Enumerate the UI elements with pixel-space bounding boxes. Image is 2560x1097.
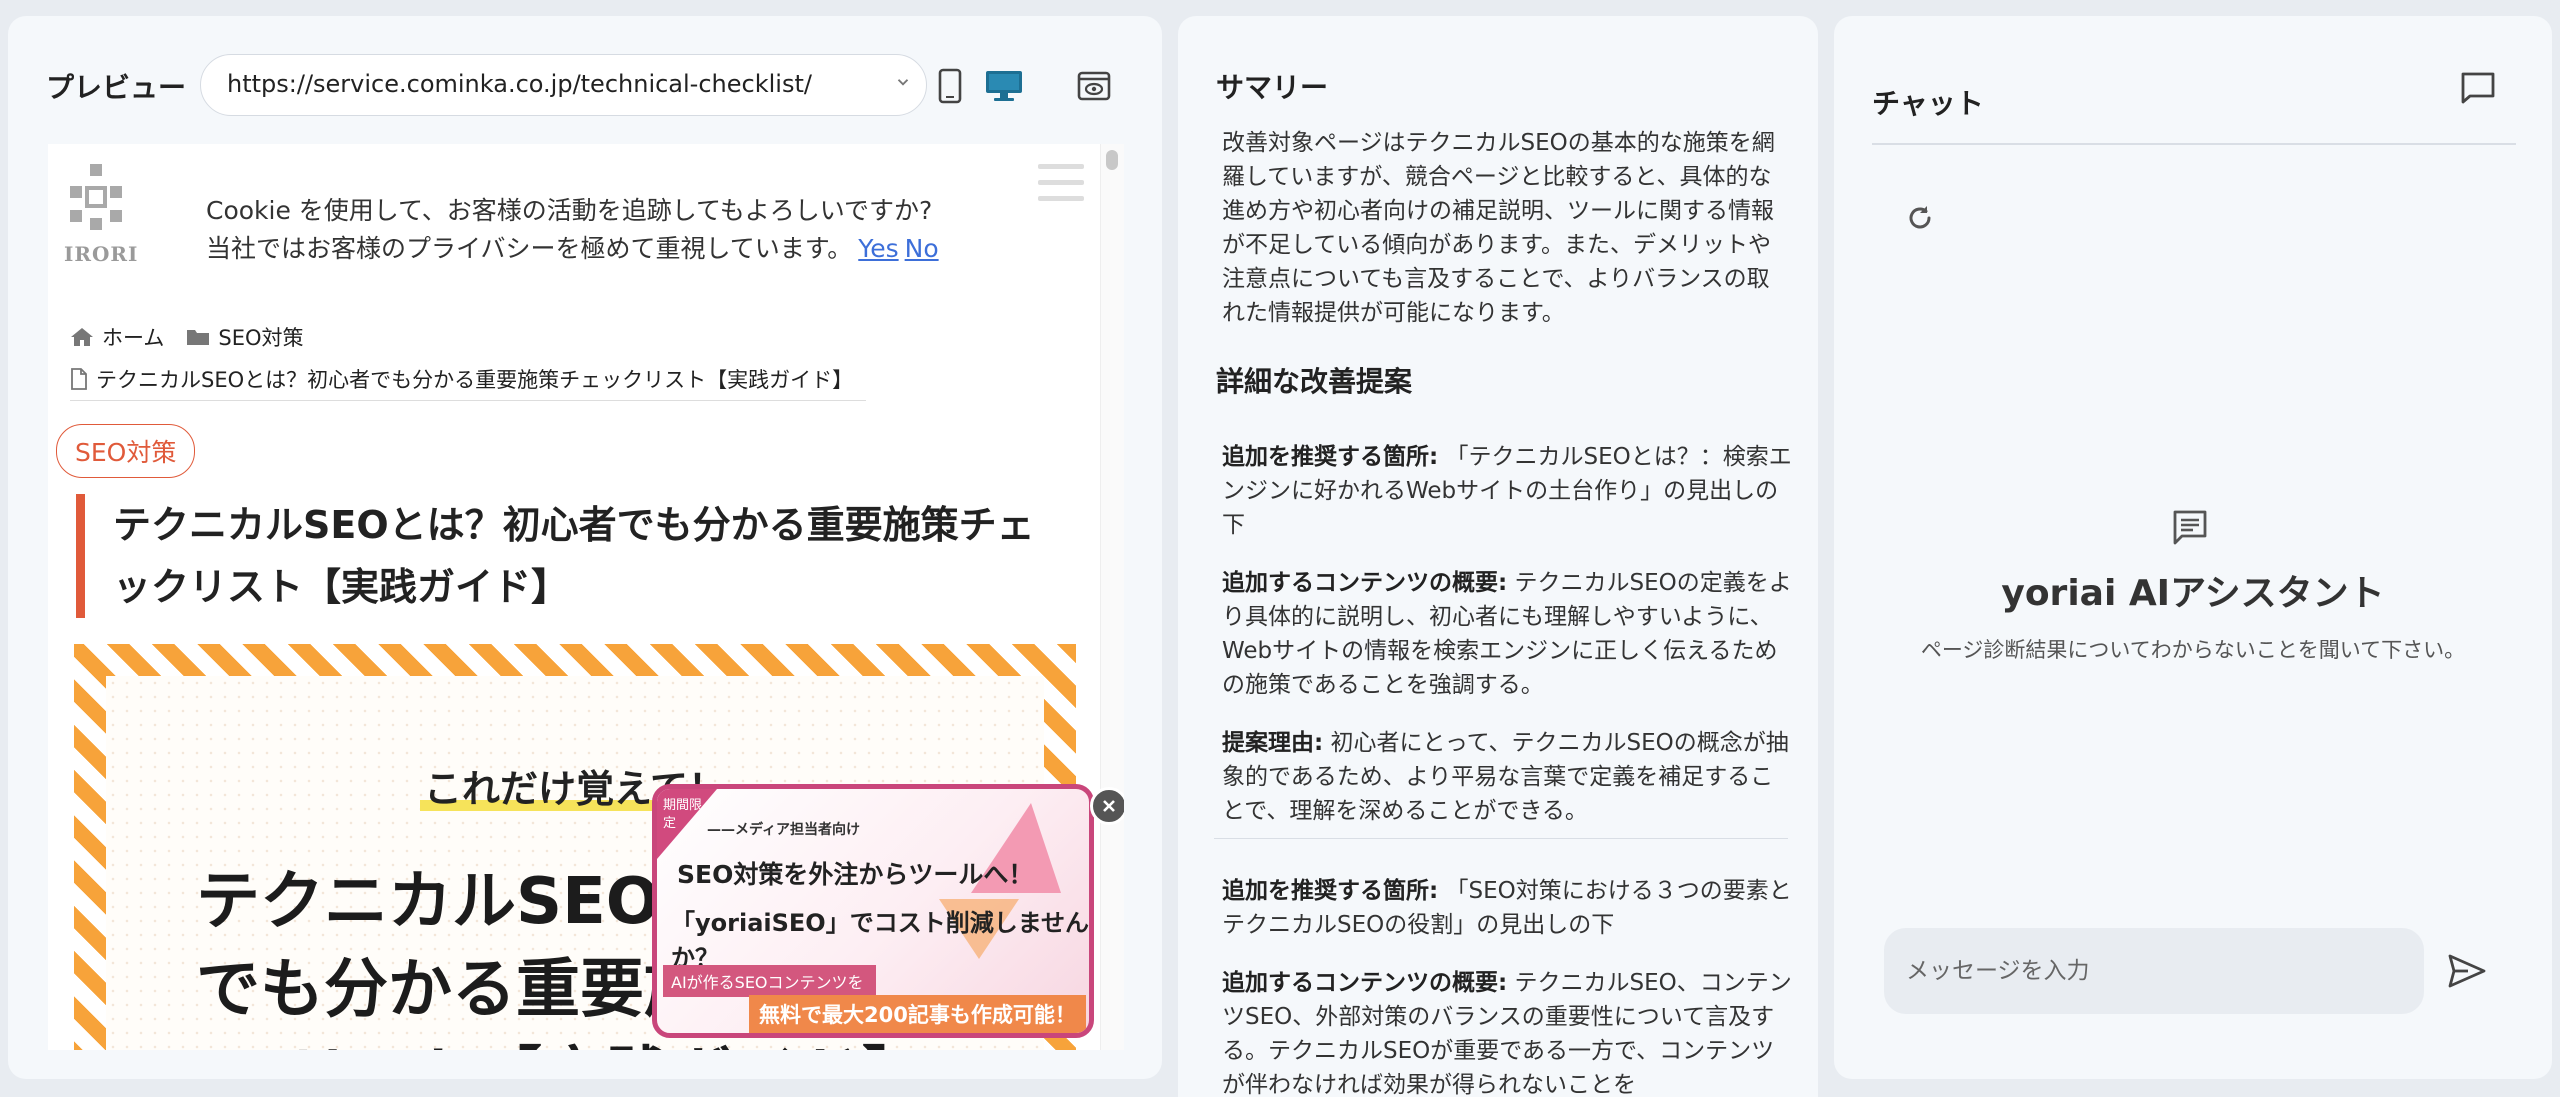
divider — [1214, 838, 1788, 839]
suggestion-1-content: 追加するコンテンツの概要: テクニカルSEOの定義をより具体的に説明し、初心者に… — [1222, 570, 1792, 698]
suggestion-2-location: 追加を推奨する箇所: 「SEO対策における３つの要素とテクニカルSEOの役割」の… — [1222, 878, 1792, 938]
chat-bubble-icon — [2461, 72, 2495, 104]
suggestion-1-reason: 提案理由: 初心者にとって、テクニカルSEOの概念が抽象的であるため、より平易な… — [1222, 730, 1789, 824]
popup-headline: SEO対策を外注からツールへ！ — [677, 860, 1034, 889]
breadcrumb-category[interactable]: SEO対策 — [186, 322, 304, 352]
preview-eye-button[interactable] — [1074, 66, 1114, 106]
summary-body: 改善対象ページはテクニカルSEOの基本的な施策を網羅していますが、競合ページと比… — [1222, 130, 1775, 326]
message-input[interactable] — [1884, 928, 2424, 1014]
chat-toggle-button[interactable] — [2456, 66, 2500, 110]
cookie-yes-link[interactable]: Yes — [858, 234, 898, 263]
breadcrumb-category-label: SEO対策 — [218, 326, 304, 350]
refresh-icon — [1909, 206, 1931, 229]
folder-icon — [187, 330, 210, 345]
summary-title: サマリー — [1216, 71, 1329, 104]
popup-subheadline: 「yoriaiSEO」でコスト削減しませんか？ — [671, 909, 1089, 972]
send-icon — [2448, 954, 2486, 988]
article-title: テクニカルSEOとは？初心者でも分かる重要施策チェックリスト【実践ガイド】 — [76, 494, 1056, 618]
preview-panel: プレビュー https://service.cominka.co.jp/tech… — [8, 16, 1162, 1079]
refresh-button[interactable] — [1898, 196, 1942, 240]
chevron-down-icon — [897, 79, 909, 86]
preview-scrollbar[interactable] — [1100, 144, 1124, 1050]
suggestion-2-content: 追加するコンテンツの概要: テクニカルSEO、コンテンツSEO、外部対策のバラン… — [1222, 970, 1792, 1097]
send-button[interactable] — [2444, 948, 2490, 994]
desktop-icon — [986, 71, 1022, 101]
detail-heading: 詳細な改善提案 — [1216, 365, 1413, 398]
popup-top-text: ——メディア担当者向け — [707, 822, 861, 838]
breadcrumb: ホーム SEO対策 — [70, 322, 326, 352]
site-logo-text: IRORI — [64, 242, 139, 266]
breadcrumb-home[interactable]: ホーム — [70, 322, 164, 352]
breadcrumb-page-label: テクニカルSEOとは？初心者でも分かる重要施策チェックリスト【実践ガイド】 — [96, 368, 854, 392]
cookie-text-2: 当社ではお客様のプライバシーを極めて重視しています。 — [206, 234, 853, 263]
suggestion-1-location: 追加を推奨する箇所: 「テクニカルSEOとは？：検索エンジンに好かれるWebサイ… — [1222, 444, 1792, 538]
chat-divider — [1872, 143, 2516, 145]
assistant-description: ページ診断結果についてわからないことを聞いて下さい。 — [1920, 638, 2466, 662]
home-icon — [71, 328, 93, 346]
mobile-view-button[interactable] — [930, 66, 970, 106]
desktop-view-button[interactable] — [984, 66, 1024, 106]
breadcrumb-current-page: テクニカルSEOとは？初心者でも分かる重要施策チェックリスト【実践ガイド】 — [70, 364, 866, 401]
eye-icon — [1077, 71, 1111, 101]
popup-close-button[interactable] — [1090, 787, 1124, 825]
cookie-banner: Cookie を使用して、お客様の活動を追跡してもよろしいですか? 当社ではお客… — [206, 192, 939, 268]
scroll-thumb[interactable] — [1106, 150, 1118, 170]
chat-panel: チャット yoriai AIアシスタント ページ診断結果についてわからないことを… — [1834, 16, 2552, 1079]
preview-title: プレビュー — [46, 71, 187, 104]
assistant-name: yoriai AIアシスタント — [2001, 573, 2385, 614]
promo-popup[interactable]: 期間限定 ——メディア担当者向け SEO対策を外注からツールへ！ 「yoriai… — [652, 784, 1094, 1038]
url-value: https://service.cominka.co.jp/technical-… — [227, 70, 812, 98]
preview-viewport[interactable]: IRORI Cookie を使用して、お客様の活動を追跡してもよろしいですか? … — [48, 144, 1124, 1050]
chat-message-icon — [2173, 510, 2207, 545]
close-icon — [1103, 800, 1115, 812]
breadcrumb-home-label: ホーム — [102, 326, 165, 350]
page-icon — [71, 368, 87, 390]
menu-icon[interactable] — [1038, 164, 1084, 212]
popup-cta[interactable]: 無料で最大200記事も作成可能！ — [749, 995, 1086, 1033]
popup-note: AIが作るSEOコンテンツを — [663, 965, 876, 997]
chat-title: チャット — [1872, 87, 1984, 120]
category-tag[interactable]: SEO対策 — [56, 424, 196, 478]
url-select[interactable]: https://service.cominka.co.jp/technical-… — [200, 54, 927, 116]
summary-panel[interactable]: サマリー 改善対象ページはテクニカルSEOの基本的な施策を網羅していますが、競合… — [1178, 16, 1818, 1097]
cookie-no-link[interactable]: No — [905, 234, 939, 263]
cookie-text-1: Cookie を使用して、お客様の活動を追跡してもよろしいですか? — [206, 196, 933, 225]
mobile-icon — [938, 68, 962, 104]
